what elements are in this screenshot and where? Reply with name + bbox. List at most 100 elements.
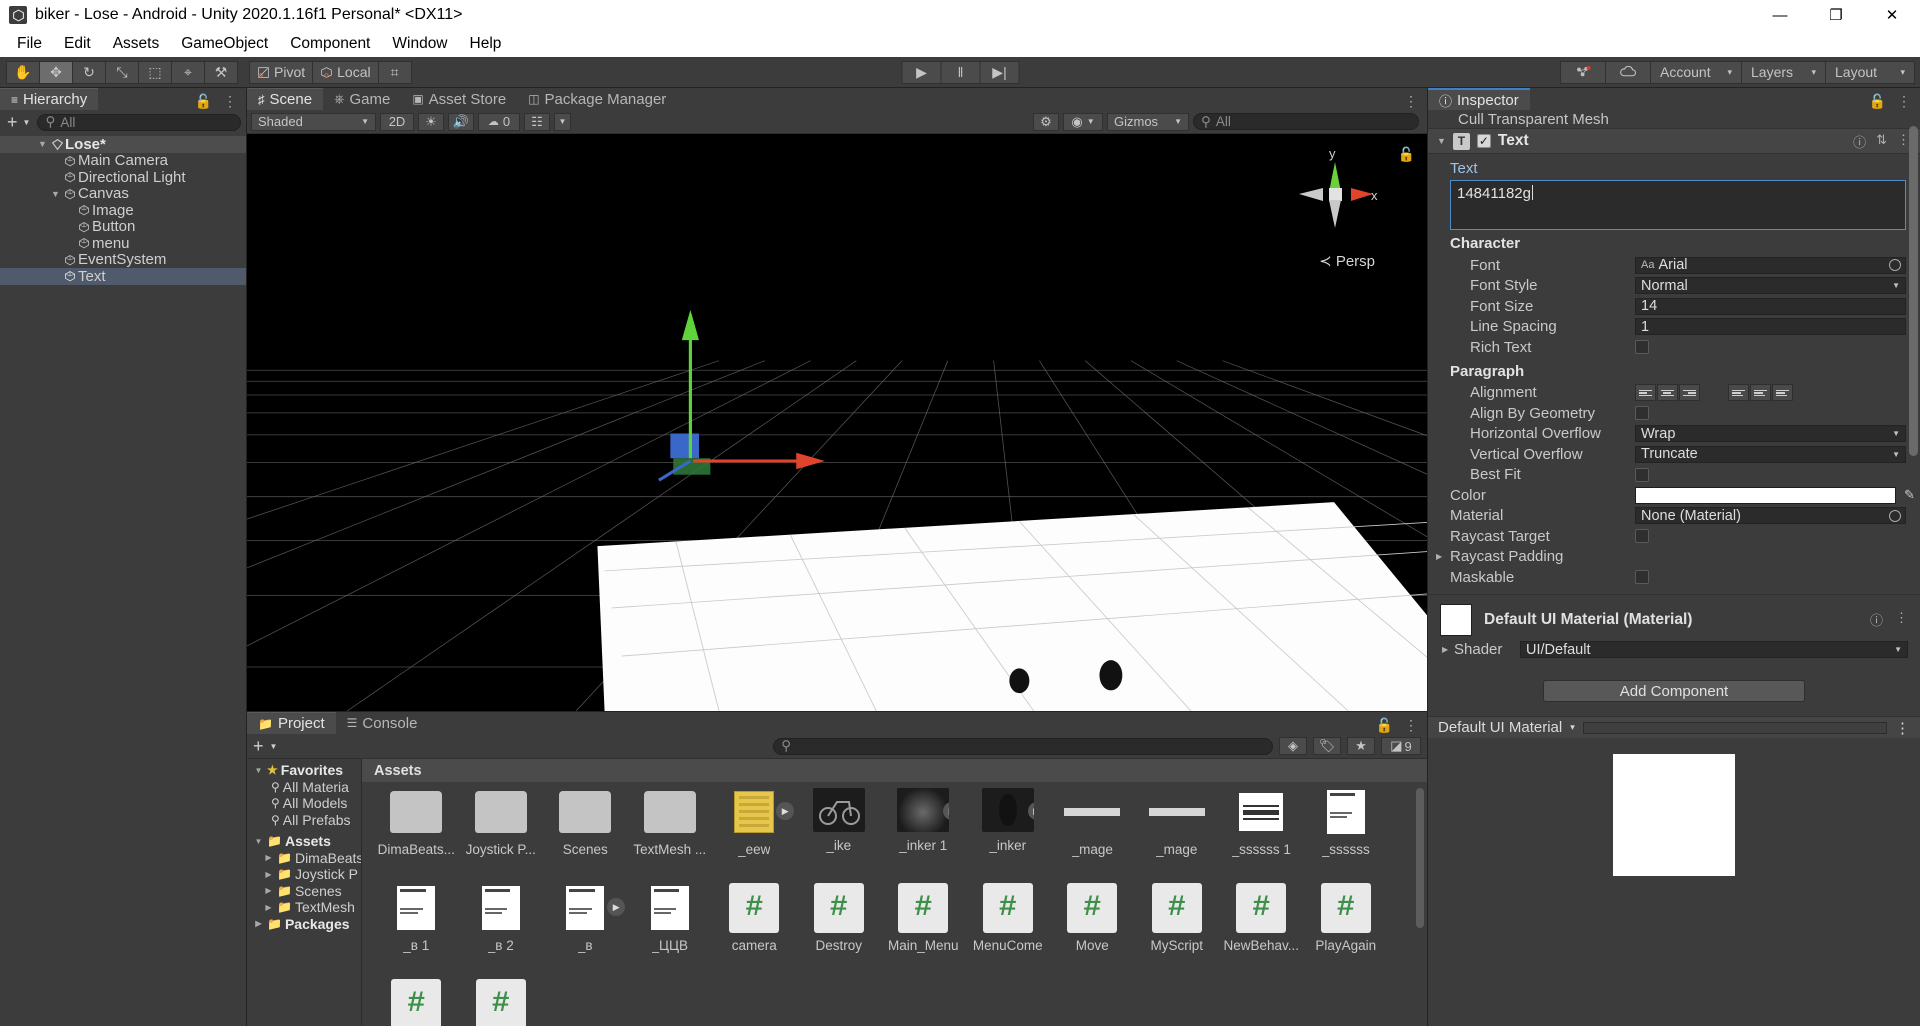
lock-icon[interactable]: 🔓 [195, 93, 212, 110]
close-button[interactable]: ✕ [1864, 0, 1920, 30]
fx-dropdown[interactable]: ☁ 0 [478, 112, 520, 131]
asset-item[interactable]: _в 2 [459, 884, 544, 980]
object-picker-icon[interactable] [1889, 509, 1901, 522]
asset-item[interactable]: ▶ _eew [712, 788, 797, 884]
custom-tool-icon[interactable]: ⚒ [204, 60, 238, 84]
scene-lock-icon[interactable]: 🔓 [1398, 146, 1415, 163]
asset-item[interactable]: ▶ _inker 1 [881, 788, 966, 884]
help-icon[interactable]: ⓘ [1853, 132, 1866, 151]
align-middle-icon[interactable] [1750, 384, 1771, 402]
font-size-input[interactable]: 14 [1635, 297, 1906, 315]
hierarchy-search-input[interactable]: ⚲ All [37, 113, 241, 131]
hidden-packages-toggle[interactable]: ◪ 9 [1381, 737, 1421, 755]
menu-item-gameobject[interactable]: GameObject [170, 32, 279, 56]
hierarchy-item-canvas[interactable]: ▼ Canvas [0, 185, 246, 202]
asset-item[interactable]: _ЦЦВ [628, 884, 713, 980]
hierarchy-tree[interactable]: ▼ Lose* Main Camera Directional Light ▼ [0, 134, 246, 1026]
chevron-down-icon[interactable]: ▼ [23, 118, 31, 127]
mode-2d-toggle[interactable]: 2D [380, 112, 414, 131]
menu-item-edit[interactable]: Edit [53, 32, 102, 56]
expand-triangle-icon[interactable]: ▼ [49, 189, 62, 199]
filter-all-materials[interactable]: ⚲ All Materia [247, 779, 361, 796]
filter-all-prefabs[interactable]: ⚲ All Prefabs [247, 812, 361, 829]
tab-scene[interactable]: ♯ Scene [247, 88, 324, 110]
lock-icon[interactable]: 🔓 [1376, 717, 1393, 734]
add-gameobject-button[interactable]: + [5, 112, 20, 133]
folder-assets[interactable]: ▼ 📁 Assets [247, 833, 361, 850]
tab-hierarchy[interactable]: ≡ Hierarchy [0, 88, 99, 110]
line-spacing-input[interactable]: 1 [1635, 318, 1906, 336]
lock-icon[interactable]: 🔓 [1869, 93, 1886, 110]
horizontal-alignment-group[interactable] [1635, 384, 1700, 402]
shading-mode-dropdown[interactable]: Shaded ▼ [251, 112, 376, 131]
asset-item[interactable]: _в 1 [374, 884, 459, 980]
play-button[interactable]: ▶ [901, 60, 942, 84]
asset-item[interactable]: #Timer [459, 979, 544, 1026]
project-search-input[interactable]: ⚲ [773, 737, 1273, 755]
folder-packages[interactable]: ▶ 📁 Packages [247, 916, 361, 933]
transform-tool-icon[interactable]: ⌖ [171, 60, 205, 84]
asset-item[interactable]: Joystick P... [459, 788, 544, 884]
hierarchy-item-lose[interactable]: ▼ Lose* [0, 136, 246, 153]
chevron-down-icon[interactable]: ▼ [270, 742, 278, 751]
kebab-menu-icon[interactable]: ⋮ [1895, 719, 1910, 737]
tab-console[interactable]: ☰ Console [335, 712, 429, 734]
menu-item-component[interactable]: Component [279, 32, 381, 56]
vertical-overflow-dropdown[interactable]: Truncate ▼ [1635, 445, 1906, 463]
local-toggle[interactable]: Local [312, 60, 379, 84]
tools-icon[interactable]: ⚙ [1033, 112, 1059, 131]
hierarchy-item-text[interactable]: Text [0, 268, 246, 285]
filter-all-models[interactable]: ⚲ All Models [247, 795, 361, 812]
folder-textmesh[interactable]: ▶ 📁 TextMesh [247, 899, 361, 916]
text-component-header[interactable]: ▼ T ✓ Text ⓘ ⇅ ⋮ [1428, 128, 1920, 154]
horizontal-overflow-dropdown[interactable]: Wrap ▼ [1635, 425, 1906, 443]
foldout-triangle-icon[interactable]: ▶ [1436, 552, 1450, 561]
asset-item[interactable]: # camera [712, 883, 797, 980]
raycast-padding-row[interactable]: ▶ Raycast Padding [1428, 547, 1920, 568]
add-asset-button[interactable]: + [253, 736, 264, 757]
maskable-checkbox[interactable] [1635, 570, 1649, 585]
rotate-tool-icon[interactable]: ↻ [72, 60, 106, 84]
align-center-icon[interactable] [1657, 384, 1678, 402]
kebab-menu-icon[interactable]: ⋮ [223, 93, 237, 110]
color-swatch[interactable] [1635, 486, 1896, 504]
filter-type-icon[interactable]: ◈ [1279, 737, 1307, 755]
hierarchy-item-menu[interactable]: menu [0, 235, 246, 252]
kebab-menu-icon[interactable]: ⋮ [1404, 93, 1418, 110]
grid-snap-icon[interactable]: ⌗ [377, 60, 412, 84]
material-header-row[interactable]: Default UI Material (Material) ⓘ ⋮ [1440, 603, 1908, 636]
asset-item[interactable]: # PlayAgain [1304, 883, 1389, 980]
step-button[interactable]: ▶| [979, 60, 1020, 84]
pause-button[interactable]: ‖ [940, 60, 981, 84]
font-style-dropdown[interactable]: Normal ▼ [1635, 277, 1906, 295]
tab-package-manager[interactable]: ◫ Package Manager [517, 88, 678, 110]
menu-item-assets[interactable]: Assets [102, 32, 171, 56]
pivot-toggle[interactable]: Pivot [249, 60, 314, 84]
scene-viewport[interactable]: y x ≺ Persp 🔓 [247, 134, 1427, 711]
preview-slider[interactable] [1582, 721, 1887, 734]
folder-favorites[interactable]: ▼ ★ Favorites [247, 762, 361, 779]
camera-settings-icon[interactable]: ◉ ▼ [1063, 112, 1103, 131]
expand-triangle-icon[interactable]: ▼ [253, 766, 264, 775]
play-overlay-icon[interactable]: ▶ [776, 802, 795, 820]
favorite-star-icon[interactable]: ★ [1347, 737, 1375, 755]
menu-item-window[interactable]: Window [381, 32, 458, 56]
folder-joystick-pack[interactable]: ▶ 📁 Joystick P [247, 866, 361, 883]
asset-item[interactable]: #RandomSp... [374, 979, 459, 1026]
expand-triangle-icon[interactable]: ▶ [263, 853, 274, 862]
text-input[interactable]: 14841182g [1450, 180, 1906, 230]
rich-text-checkbox[interactable] [1635, 340, 1649, 355]
scale-tool-icon[interactable]: ⤡ [105, 60, 139, 84]
asset-item[interactable]: _ike [797, 788, 882, 884]
raycast-target-checkbox[interactable] [1635, 529, 1649, 544]
menu-item-help[interactable]: Help [459, 32, 513, 56]
folder-dimabeats[interactable]: ▶ 📁 DimaBeats [247, 850, 361, 867]
tab-inspector[interactable]: ⓘ Inspector [1428, 88, 1530, 110]
asset-item[interactable]: Scenes [543, 788, 628, 884]
tab-asset-store[interactable]: ▣ Asset Store [401, 88, 518, 110]
asset-item[interactable]: # Move [1050, 883, 1135, 980]
asset-item[interactable]: _mage [1135, 788, 1220, 884]
material-object-field[interactable]: None (Material) [1635, 507, 1906, 525]
cull-transparent-mesh-row[interactable]: Cull Transparent Mesh [1428, 110, 1920, 128]
shader-dropdown[interactable]: UI/Default ▼ [1520, 641, 1908, 659]
